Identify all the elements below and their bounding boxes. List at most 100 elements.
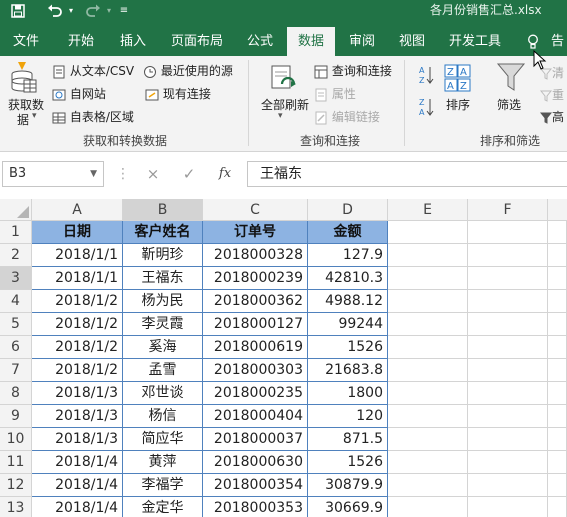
table-cell[interactable]: 2018/1/4 bbox=[32, 451, 123, 474]
table-cell[interactable]: 2018000328 bbox=[203, 244, 308, 267]
row-header[interactable]: 1 bbox=[0, 221, 32, 244]
empty-cell[interactable] bbox=[388, 382, 468, 405]
table-cell[interactable]: 42810.3 bbox=[308, 267, 388, 290]
empty-cell[interactable] bbox=[388, 267, 468, 290]
tab-insert[interactable]: 插入 bbox=[110, 27, 156, 56]
empty-cell[interactable] bbox=[468, 382, 548, 405]
sort-az-icon[interactable]: AZ bbox=[418, 64, 434, 89]
table-header-cell[interactable]: 日期 bbox=[32, 221, 123, 244]
table-header-cell[interactable]: 客户姓名 bbox=[123, 221, 203, 244]
formula-input[interactable]: 王福东 bbox=[247, 161, 567, 187]
customize-qat-icon[interactable]: ≡ bbox=[118, 0, 130, 22]
tab-formulas[interactable]: 公式 bbox=[238, 27, 282, 56]
redo-icon[interactable] bbox=[82, 0, 104, 22]
existing-connections-button[interactable]: 现有连接 bbox=[145, 85, 211, 102]
empty-cell[interactable] bbox=[468, 244, 548, 267]
from-table-button[interactable]: 自表格/区域 bbox=[52, 108, 134, 125]
table-header-cell[interactable]: 订单号 bbox=[203, 221, 308, 244]
tab-view[interactable]: 视图 bbox=[390, 27, 434, 56]
empty-cell[interactable] bbox=[548, 267, 567, 290]
reapply-button[interactable]: 重 bbox=[540, 86, 564, 103]
refresh-all-button[interactable]: 全部刷新 bbox=[258, 96, 312, 113]
sort-dialog-icon[interactable]: ZAAZ bbox=[444, 64, 472, 97]
table-cell[interactable]: 2018000619 bbox=[203, 336, 308, 359]
column-header-e[interactable]: E bbox=[388, 199, 468, 221]
cancel-icon[interactable]: × bbox=[142, 161, 164, 187]
refresh-all-icon[interactable] bbox=[268, 64, 302, 96]
table-cell[interactable]: 靳明珍 bbox=[123, 244, 203, 267]
table-cell[interactable]: 2018000353 bbox=[203, 497, 308, 517]
undo-icon[interactable] bbox=[44, 0, 66, 22]
table-cell[interactable]: 简应华 bbox=[123, 428, 203, 451]
empty-cell[interactable] bbox=[548, 336, 567, 359]
queries-connections-button[interactable]: 查询和连接 bbox=[314, 62, 392, 79]
table-cell[interactable]: 21683.8 bbox=[308, 359, 388, 382]
table-cell[interactable]: 杨为民 bbox=[123, 290, 203, 313]
table-cell[interactable]: 2018/1/2 bbox=[32, 313, 123, 336]
tab-data[interactable]: 数据 bbox=[287, 27, 335, 56]
table-cell[interactable]: 2018000362 bbox=[203, 290, 308, 313]
table-cell[interactable]: 2018000127 bbox=[203, 313, 308, 336]
table-cell[interactable]: 杨信 bbox=[123, 405, 203, 428]
empty-cell[interactable] bbox=[388, 474, 468, 497]
advanced-button[interactable]: 高 bbox=[540, 108, 564, 125]
worksheet-grid[interactable]: A B C D E F 1 日期 客户姓名 订单号 金额 2 2018/1/1 靳明珍 2018… bbox=[0, 199, 567, 517]
redo-dropdown-icon[interactable]: ▾ bbox=[104, 0, 114, 22]
table-cell[interactable]: 黄萍 bbox=[123, 451, 203, 474]
empty-cell[interactable] bbox=[388, 497, 468, 517]
refresh-all-dropdown-icon[interactable]: ▾ bbox=[278, 111, 283, 121]
tab-file[interactable]: 文件 bbox=[4, 27, 48, 56]
empty-cell[interactable] bbox=[388, 313, 468, 336]
table-cell[interactable]: 孟雪 bbox=[123, 359, 203, 382]
column-header-b[interactable]: B bbox=[123, 199, 203, 221]
table-cell[interactable]: 2018/1/1 bbox=[32, 267, 123, 290]
table-cell[interactable]: 30879.9 bbox=[308, 474, 388, 497]
table-cell[interactable]: 2018/1/3 bbox=[32, 405, 123, 428]
table-cell[interactable]: 2018/1/4 bbox=[32, 497, 123, 517]
empty-cell[interactable] bbox=[388, 244, 468, 267]
empty-cell[interactable] bbox=[468, 313, 548, 336]
sort-za-icon[interactable]: ZA bbox=[418, 96, 434, 121]
table-cell[interactable]: 2018/1/4 bbox=[32, 474, 123, 497]
empty-cell[interactable] bbox=[388, 359, 468, 382]
empty-cell[interactable] bbox=[388, 336, 468, 359]
from-web-button[interactable]: 自网站 bbox=[52, 85, 106, 102]
row-header[interactable]: 11 bbox=[0, 451, 32, 474]
empty-cell[interactable] bbox=[548, 313, 567, 336]
row-header[interactable]: 9 bbox=[0, 405, 32, 428]
empty-cell[interactable] bbox=[548, 382, 567, 405]
filter-button[interactable]: 筛选 bbox=[497, 96, 521, 113]
edit-links-button[interactable]: 编辑链接 bbox=[314, 108, 380, 125]
row-header[interactable]: 5 bbox=[0, 313, 32, 336]
table-cell[interactable]: 1800 bbox=[308, 382, 388, 405]
empty-cell[interactable] bbox=[548, 451, 567, 474]
empty-cell[interactable] bbox=[548, 428, 567, 451]
get-data-icon[interactable] bbox=[8, 60, 38, 96]
tab-tell-me[interactable]: 告 bbox=[548, 27, 567, 56]
table-cell[interactable]: 奚海 bbox=[123, 336, 203, 359]
properties-button[interactable]: 属性 bbox=[314, 85, 356, 102]
undo-dropdown-icon[interactable]: ▾ bbox=[66, 0, 76, 22]
table-cell[interactable]: 2018000303 bbox=[203, 359, 308, 382]
table-cell[interactable]: 127.9 bbox=[308, 244, 388, 267]
table-cell[interactable]: 2018000037 bbox=[203, 428, 308, 451]
select-all-corner[interactable] bbox=[0, 199, 32, 221]
tab-home[interactable]: 开始 bbox=[58, 27, 104, 56]
tab-review[interactable]: 审阅 bbox=[340, 27, 384, 56]
filter-icon[interactable] bbox=[496, 62, 526, 97]
name-box-dropdown-icon[interactable]: ▼ bbox=[90, 162, 97, 186]
table-cell[interactable]: 王福东 bbox=[123, 267, 203, 290]
empty-cell[interactable] bbox=[468, 267, 548, 290]
table-cell[interactable]: 2018/1/2 bbox=[32, 290, 123, 313]
row-header[interactable]: 4 bbox=[0, 290, 32, 313]
table-cell[interactable]: 2018000404 bbox=[203, 405, 308, 428]
table-cell[interactable]: 2018000354 bbox=[203, 474, 308, 497]
empty-cell[interactable] bbox=[468, 221, 548, 244]
table-cell[interactable]: 2018/1/2 bbox=[32, 336, 123, 359]
empty-cell[interactable] bbox=[468, 451, 548, 474]
name-box[interactable]: B3 ▼ bbox=[2, 161, 104, 187]
empty-cell[interactable] bbox=[468, 474, 548, 497]
table-cell[interactable]: 2018000630 bbox=[203, 451, 308, 474]
row-header[interactable]: 7 bbox=[0, 359, 32, 382]
empty-cell[interactable] bbox=[548, 405, 567, 428]
